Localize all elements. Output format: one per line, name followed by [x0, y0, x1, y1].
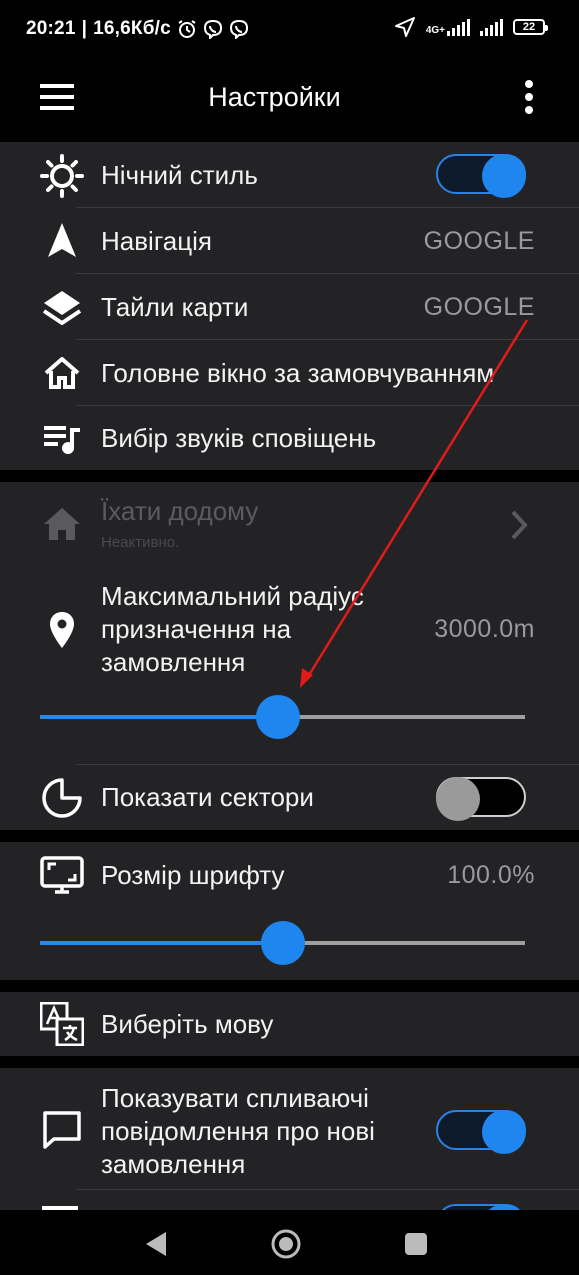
- setting-partial-next[interactable]: [0, 1190, 579, 1210]
- map-pin-icon: [40, 608, 84, 652]
- setting-navigation[interactable]: Навігація GOOGLE: [0, 208, 579, 274]
- battery-level: 22: [522, 21, 536, 33]
- home-icon: [40, 502, 84, 546]
- max-radius-label-line1: Максимальний радіус: [101, 581, 364, 611]
- navigation-value: GOOGLE: [423, 227, 535, 255]
- settings-card-general: Нічний стиль Навігація GOOGLE Тайли карт…: [0, 142, 579, 470]
- max-radius-slider-thumb[interactable]: [255, 695, 300, 739]
- popup-label-line1: Показувати спливаючі: [101, 1083, 369, 1113]
- setting-main-window[interactable]: Головне вікно за замовчуванням: [0, 340, 579, 406]
- screen-resize-icon: [40, 852, 84, 896]
- font-size-slider-thumb[interactable]: [260, 921, 305, 965]
- show-sectors-label: Показати сектори: [101, 782, 314, 812]
- signal-icon-2: [480, 18, 503, 36]
- font-size-value: 100.0%: [447, 861, 535, 889]
- status-speed: 16,6Кб/с: [93, 18, 171, 39]
- font-size-slider[interactable]: [40, 921, 525, 965]
- popup-label-line2: повідомлення про нові: [101, 1116, 375, 1146]
- system-nav-bar: [0, 1210, 579, 1275]
- max-radius-value: 3000.0m: [434, 615, 535, 643]
- settings-card-orders: Їхати додому Неактивно. Максимальний рад…: [0, 482, 579, 830]
- network-type: 4G+: [425, 25, 445, 36]
- layers-icon: [40, 285, 84, 329]
- location-arrow-icon: [394, 17, 415, 37]
- home-outline-icon: [40, 351, 84, 395]
- navigation-arrow-icon: [40, 219, 84, 263]
- popup-notifications-toggle[interactable]: [436, 1110, 526, 1154]
- chevron-right-icon: [511, 510, 528, 540]
- recents-icon[interactable]: [404, 1232, 428, 1256]
- max-radius-label-line3: замовлення: [101, 647, 246, 677]
- viber-icon: [203, 19, 222, 39]
- setting-night-style[interactable]: Нічний стиль: [0, 142, 579, 208]
- home-button-icon[interactable]: [270, 1228, 302, 1260]
- app-bar: Настройки: [0, 62, 579, 142]
- map-tiles-value: GOOGLE: [423, 293, 535, 321]
- page-title: Настройки: [208, 82, 341, 112]
- settings-card-font: Розмір шрифту 100.0%: [0, 842, 579, 980]
- setting-popup-notifications[interactable]: Показувати спливаючі повідомлення про но…: [0, 1068, 579, 1190]
- alarm-icon: [178, 20, 196, 38]
- battery-icon: 22: [513, 19, 548, 35]
- pie-sector-icon: [40, 776, 84, 820]
- max-radius-slider[interactable]: [40, 695, 525, 739]
- message-icon: [40, 1108, 84, 1152]
- sun-icon: [40, 154, 84, 198]
- night-style-toggle[interactable]: [436, 154, 526, 198]
- max-radius-label-line2: призначення на: [101, 614, 292, 644]
- main-window-label: Головне вікно за замовчуванням: [101, 358, 495, 388]
- setting-language[interactable]: Виберіть мову: [0, 992, 579, 1056]
- night-style-label: Нічний стиль: [101, 160, 258, 190]
- map-tiles-label: Тайли карти: [101, 292, 249, 322]
- show-sectors-toggle[interactable]: [436, 777, 526, 821]
- setting-sounds[interactable]: Вибір звуків сповіщень: [0, 406, 579, 470]
- go-home-label: Їхати додому: [101, 496, 259, 526]
- language-label: Виберіть мову: [101, 1009, 274, 1039]
- settings-card-notifications: Показувати спливаючі повідомлення про но…: [0, 1068, 579, 1210]
- translate-icon: [40, 1002, 84, 1046]
- setting-map-tiles[interactable]: Тайли карти GOOGLE: [0, 274, 579, 340]
- more-options-icon[interactable]: [525, 80, 533, 114]
- playlist-music-icon: [40, 416, 84, 460]
- font-size-label: Розмір шрифту: [101, 860, 285, 890]
- go-home-sublabel: Неактивно.: [101, 534, 180, 551]
- status-time: 20:21: [26, 18, 76, 39]
- sounds-label: Вибір звуків сповіщень: [101, 423, 377, 453]
- setting-max-radius: Максимальний радіус призначення на замов…: [0, 566, 579, 764]
- popup-label-line3: замовлення: [101, 1149, 246, 1179]
- status-bar: 20:21 | 16,6Кб/с 4G+ 22: [0, 0, 579, 62]
- setting-show-sectors[interactable]: Показати сектори: [0, 765, 579, 830]
- signal-icon: [447, 18, 470, 36]
- settings-card-language: Виберіть мову: [0, 992, 579, 1056]
- back-icon[interactable]: [144, 1230, 168, 1258]
- setting-go-home: Їхати додому Неактивно.: [0, 482, 579, 566]
- navigation-label: Навігація: [101, 226, 212, 256]
- viber-icon-2: [229, 19, 248, 39]
- setting-font-size: Розмір шрифту 100.0%: [0, 842, 579, 980]
